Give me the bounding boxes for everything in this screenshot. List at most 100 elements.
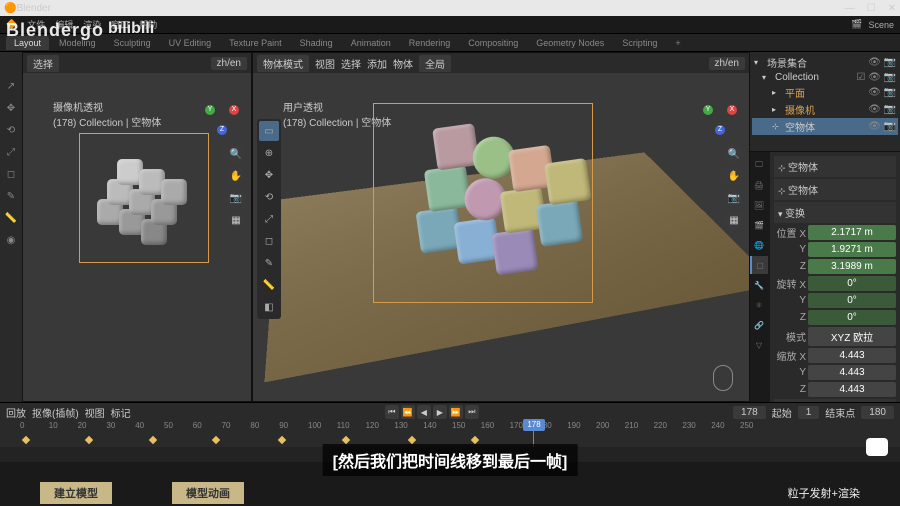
tool-transform[interactable]: ◻ — [259, 231, 279, 251]
arrow-icon[interactable]: ↗ — [3, 78, 19, 94]
close-button[interactable]: ✕ — [888, 3, 896, 14]
viewport-user[interactable]: 物体模式 视图 选择 添加 物体 全局 zh/en 用户透视 (178) Col… — [252, 52, 750, 402]
persp-icon-2[interactable]: ▦ — [725, 211, 743, 229]
viewport-camera[interactable]: 选择 zh/en 摄像机透视 (178) Collection | 空物体 — [22, 52, 252, 402]
panel-transform[interactable]: ▾ 变换 — [774, 202, 896, 223]
tool-select[interactable]: ▭ — [259, 121, 279, 141]
tab-scripting[interactable]: Scripting — [614, 36, 665, 50]
scene-selector[interactable]: 🎬 Scene — [851, 19, 894, 30]
viewport1-canvas[interactable]: 摄像机透视 (178) Collection | 空物体 X Y Z — [23, 73, 251, 401]
axis-y[interactable]: Y — [205, 105, 215, 115]
minimize-button[interactable]: — — [845, 3, 855, 14]
persp-icon[interactable]: ▦ — [227, 211, 245, 229]
tab-texture[interactable]: Texture Paint — [221, 36, 290, 50]
loc-y[interactable]: 1.9271 m — [808, 242, 896, 257]
tool-cursor[interactable]: ⊕ — [259, 143, 279, 163]
vp1-mode[interactable]: 选择 — [27, 55, 59, 72]
ptab-physics[interactable]: ⚛ — [750, 296, 768, 314]
tool-scale[interactable]: ⤢ — [259, 209, 279, 229]
move-icon[interactable]: ✥ — [3, 100, 19, 116]
vp2-mode[interactable]: 物体模式 — [257, 55, 309, 72]
tab-add[interactable]: + — [667, 36, 688, 50]
jump-start[interactable]: ⏮ — [385, 405, 399, 419]
ptab-modifier[interactable]: 🔧 — [750, 276, 768, 294]
outliner-row-scene[interactable]: ▾场景集合👁 📷 — [752, 54, 898, 71]
ptab-output[interactable]: 🖨 — [750, 176, 768, 194]
vp2-menu-add[interactable]: 添加 — [367, 56, 387, 71]
prev-kf[interactable]: ⏪ — [401, 405, 415, 419]
zoom-icon[interactable]: 🔍 — [227, 145, 245, 163]
outliner-row-collection[interactable]: ▾Collection☑ 👁 📷 — [752, 71, 898, 84]
ptab-constraint[interactable]: 🔗 — [750, 316, 768, 334]
tool-move[interactable]: ✥ — [259, 165, 279, 185]
camera-icon-2[interactable]: 📷 — [725, 189, 743, 207]
scale-z[interactable]: 4.443 — [808, 382, 896, 397]
axis-x-2[interactable]: X — [727, 105, 737, 115]
play-rev[interactable]: ◀ — [417, 405, 431, 419]
outliner-row-camera[interactable]: ▸摄像机👁 📷 — [752, 101, 898, 118]
keyframe[interactable] — [408, 436, 416, 444]
start-frame[interactable]: 1 — [798, 406, 820, 419]
rot-y[interactable]: 0° — [808, 293, 896, 308]
outliner-row-plane[interactable]: ▸平面👁 📷 — [752, 84, 898, 101]
ptab-object[interactable]: ▢ — [750, 256, 768, 274]
keyframe[interactable] — [471, 436, 479, 444]
ptab-data[interactable]: ▽ — [750, 336, 768, 354]
measure-icon[interactable]: 📏 — [3, 210, 19, 226]
jump-end[interactable]: ⏭ — [465, 405, 479, 419]
tl-marker[interactable]: 标记 — [111, 405, 131, 420]
annotate-icon[interactable]: ✎ — [3, 188, 19, 204]
pan-icon[interactable]: ✋ — [227, 167, 245, 185]
pan-icon-2[interactable]: ✋ — [725, 167, 743, 185]
end-frame[interactable]: 180 — [861, 406, 894, 419]
tool-measure[interactable]: 📏 — [259, 275, 279, 295]
tool-annotate[interactable]: ✎ — [259, 253, 279, 273]
rot-x[interactable]: 0° — [808, 276, 896, 291]
axis-z-2[interactable]: Z — [715, 125, 725, 135]
current-frame[interactable]: 178 — [733, 406, 766, 419]
tool-addcube[interactable]: ◧ — [259, 297, 279, 317]
play-fwd[interactable]: ▶ — [433, 405, 447, 419]
loc-x[interactable]: 2.1717 m — [808, 225, 896, 240]
ptab-render[interactable]: 🖵 — [750, 156, 768, 174]
outliner[interactable]: ▾场景集合👁 📷 ▾Collection☑ 👁 📷 ▸平面👁 📷 ▸摄像机👁 📷… — [750, 52, 900, 152]
tl-keying[interactable]: 抠像(插帧) — [32, 405, 79, 420]
maximize-button[interactable]: ☐ — [867, 3, 876, 14]
keyframe[interactable] — [212, 436, 220, 444]
ptab-world[interactable]: 🌐 — [750, 236, 768, 254]
zoom-icon-2[interactable]: 🔍 — [725, 145, 743, 163]
ptab-view[interactable]: 🖼 — [750, 196, 768, 214]
tab-shading[interactable]: Shading — [292, 36, 341, 50]
scale-x[interactable]: 4.443 — [808, 348, 896, 363]
nav-gizmo[interactable]: X Y Z — [203, 99, 243, 139]
next-kf[interactable]: ⏩ — [449, 405, 463, 419]
nav-gizmo-2[interactable]: X Y Z — [701, 99, 741, 139]
chapter-3[interactable]: 粒子发射+渲染 — [788, 485, 860, 501]
camera-icon[interactable]: 📷 — [227, 189, 245, 207]
vp2-menu-select[interactable]: 选择 — [341, 56, 361, 71]
keyframe[interactable] — [85, 436, 93, 444]
keyframe[interactable] — [22, 436, 30, 444]
tl-playback[interactable]: 回放 — [6, 405, 26, 420]
transform-icon[interactable]: ◻ — [3, 166, 19, 182]
tab-geonodes[interactable]: Geometry Nodes — [528, 36, 612, 50]
tl-view[interactable]: 视图 — [85, 405, 105, 420]
chapter-2[interactable]: 模型动画 — [172, 482, 244, 504]
rot-z[interactable]: 0° — [808, 310, 896, 325]
rotate-icon[interactable]: ⟲ — [3, 122, 19, 138]
axis-z[interactable]: Z — [217, 125, 227, 135]
vp2-global[interactable]: 全局 — [419, 55, 451, 72]
vp2-orient[interactable]: zh/en — [709, 57, 745, 70]
vp2-menu-view[interactable]: 视图 — [315, 56, 335, 71]
keyframe[interactable] — [148, 436, 156, 444]
ptab-scene[interactable]: 🎬 — [750, 216, 768, 234]
axis-x[interactable]: X — [229, 105, 239, 115]
tool-rotate[interactable]: ⟲ — [259, 187, 279, 207]
vp1-orient[interactable]: zh/en — [211, 57, 247, 70]
vp2-menu-object[interactable]: 物体 — [393, 56, 413, 71]
scale-icon[interactable]: ⤢ — [3, 144, 19, 160]
tab-rendering[interactable]: Rendering — [401, 36, 459, 50]
tab-uv[interactable]: UV Editing — [161, 36, 220, 50]
rot-mode[interactable]: XYZ 欧拉 — [808, 327, 896, 346]
outliner-row-empty[interactable]: ⊹空物体👁 📷 — [752, 118, 898, 135]
